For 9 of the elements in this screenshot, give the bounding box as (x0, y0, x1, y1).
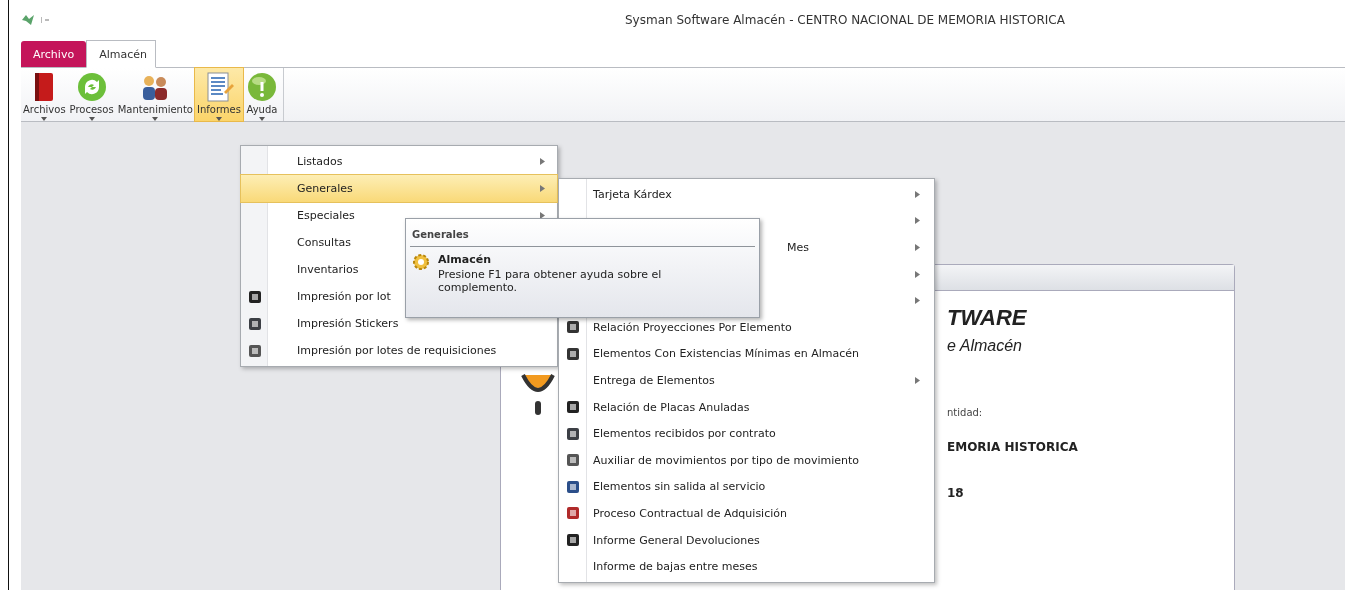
window-title: Sysman Software Almacén - CENTRO NACIONAL DE MEMORIA HISTORICA (625, 13, 1065, 27)
entity-name: EMORIA HISTORICA (947, 440, 1078, 454)
tooltip-text: Presione F1 para obtener ayuda sobre el complemento. (438, 268, 663, 294)
year-text: 18 (947, 486, 964, 500)
app-heading: TWARE (947, 305, 1027, 331)
app-subheading: e Almacén (947, 337, 1022, 355)
tooltip-item: Almacén (438, 253, 492, 266)
entity-label: ntidad: (947, 407, 983, 418)
tooltip-title: Generales (411, 228, 470, 242)
